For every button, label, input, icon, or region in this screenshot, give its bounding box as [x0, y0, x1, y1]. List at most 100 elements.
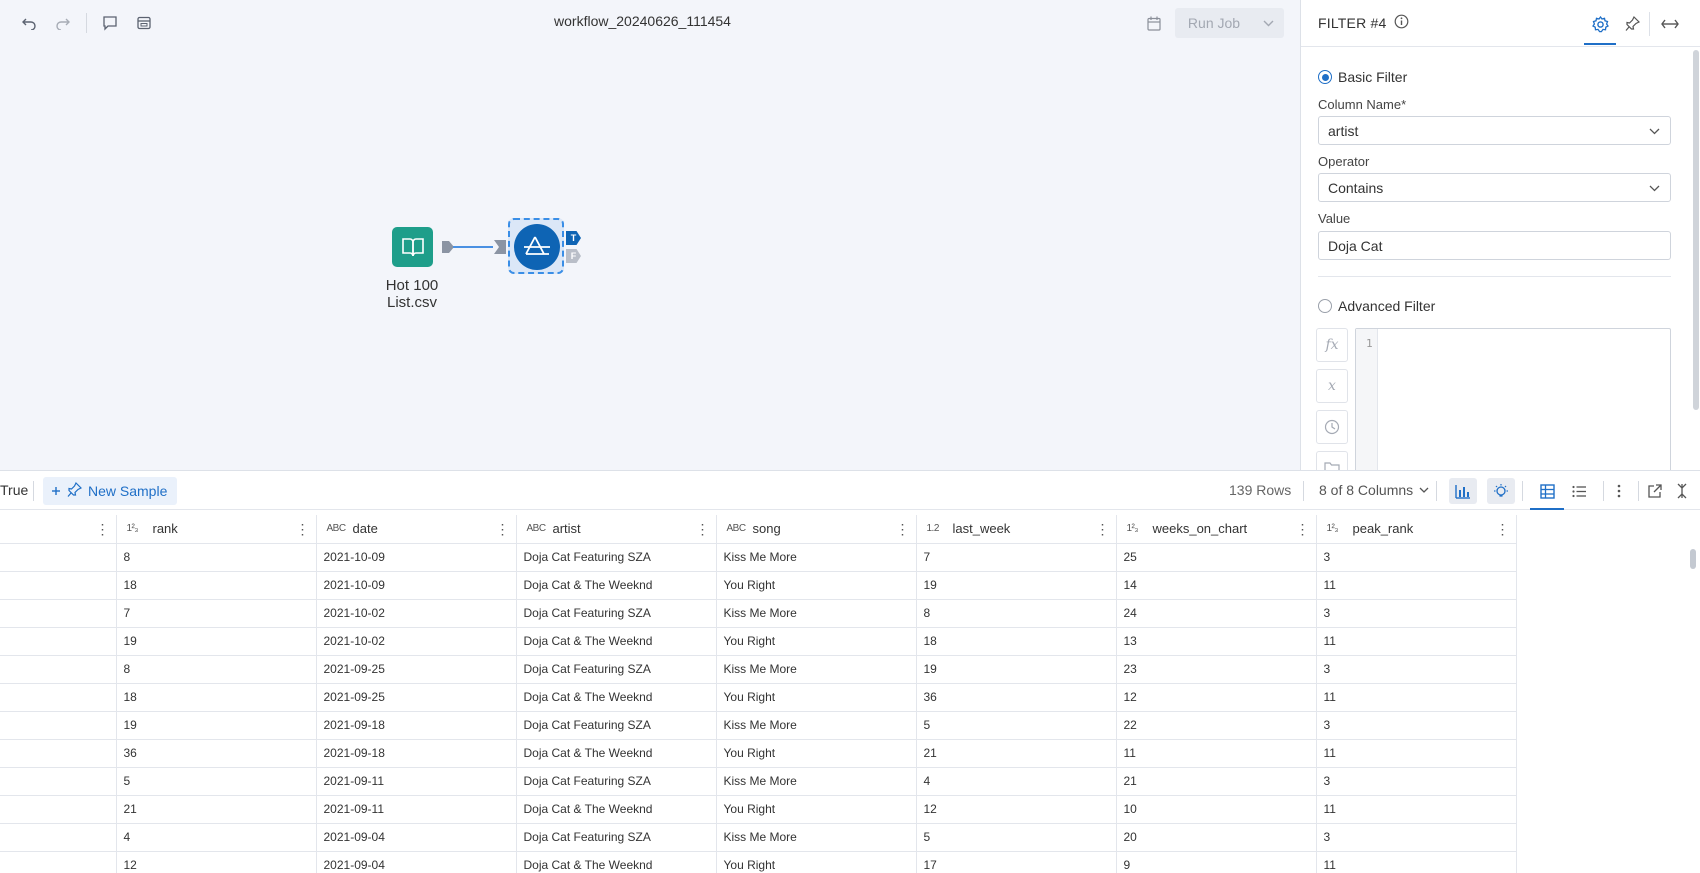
data-grid[interactable]: ⋮ 1²₃ rank ⋮ ABC date ⋮ ABC artist ⋮ ABC son… [0, 515, 1700, 873]
table-cell[interactable]: 11 [1316, 795, 1517, 824]
expression-editor[interactable]: 1 [1355, 328, 1671, 478]
table-cell[interactable]: 10 [1116, 795, 1317, 824]
output-tab-true[interactable]: True [0, 482, 28, 498]
table-cell[interactable] [0, 571, 117, 600]
column-header-weeks-on-chart[interactable]: 1²₃ weeks_on_chart ⋮ [1116, 515, 1317, 544]
table-cell[interactable]: Kiss Me More [716, 767, 917, 796]
connection-line[interactable] [453, 246, 493, 248]
columns-selector[interactable]: 8 of 8 Columns [1319, 482, 1429, 498]
table-cell[interactable]: 2021-10-09 [316, 543, 517, 572]
table-cell[interactable]: 21 [916, 739, 1117, 768]
column-header[interactable]: ⋮ [0, 515, 117, 544]
table-cell[interactable]: Doja Cat & The Weeknd [516, 851, 717, 873]
table-cell[interactable]: 14 [1116, 571, 1317, 600]
table-cell[interactable]: 11 [1116, 739, 1317, 768]
false-output-anchor[interactable]: F [566, 249, 581, 263]
collapse-panel-icon[interactable] [1668, 478, 1696, 504]
table-cell[interactable]: 36 [116, 739, 317, 768]
table-cell[interactable]: 8 [116, 543, 317, 572]
table-row[interactable]: 7 2021-10-02 Doja Cat Featuring SZA Kiss Me… [0, 599, 1517, 628]
pin-icon[interactable] [1616, 10, 1648, 38]
table-cell[interactable]: Doja Cat Featuring SZA [516, 655, 717, 684]
table-cell[interactable]: 18 [116, 571, 317, 600]
table-cell[interactable]: 2021-09-04 [316, 851, 517, 873]
table-cell[interactable]: Doja Cat & The Weeknd [516, 739, 717, 768]
column-menu-icon[interactable]: ⋮ [296, 521, 310, 538]
expand-horizontal-icon[interactable] [1654, 10, 1686, 38]
table-cell[interactable]: 18 [116, 683, 317, 712]
table-cell[interactable]: 2021-09-11 [316, 767, 517, 796]
table-cell[interactable]: 12 [1116, 683, 1317, 712]
advanced-filter-radio[interactable]: Advanced Filter [1318, 298, 1435, 314]
table-cell[interactable]: 24 [1116, 599, 1317, 628]
settings-gear-icon[interactable] [1584, 10, 1616, 38]
table-cell[interactable] [0, 823, 117, 852]
table-cell[interactable]: 2021-10-02 [316, 627, 517, 656]
table-cell[interactable]: You Right [716, 851, 917, 873]
true-output-anchor[interactable]: T [566, 231, 581, 245]
table-cell[interactable]: 18 [916, 627, 1117, 656]
table-cell[interactable]: 25 [1116, 543, 1317, 572]
table-scrollbar[interactable] [1690, 549, 1696, 569]
chevron-down-icon[interactable] [1253, 8, 1284, 38]
operator-select[interactable]: Contains [1318, 173, 1671, 202]
clock-icon[interactable] [1316, 410, 1348, 444]
table-cell[interactable]: 2021-10-02 [316, 599, 517, 628]
table-cell[interactable]: Doja Cat Featuring SZA [516, 543, 717, 572]
variable-icon[interactable]: x [1316, 369, 1348, 403]
table-cell[interactable]: 2021-09-25 [316, 683, 517, 712]
table-cell[interactable]: 2021-10-09 [316, 571, 517, 600]
table-cell[interactable]: 11 [1316, 683, 1517, 712]
table-cell[interactable]: Doja Cat & The Weeknd [516, 571, 717, 600]
table-cell[interactable]: 3 [1316, 711, 1517, 740]
workflow-canvas[interactable]: workflow_20240626_111454 Run Job Hot 100… [0, 0, 1300, 470]
table-cell[interactable]: 17 [916, 851, 1117, 873]
table-row[interactable]: 19 2021-10-02 Doja Cat & The Weeknd You Rig… [0, 627, 1517, 656]
filter-node[interactable] [514, 224, 560, 270]
table-cell[interactable]: 3 [1316, 767, 1517, 796]
table-cell[interactable]: 3 [1316, 599, 1517, 628]
table-row[interactable]: 4 2021-09-04 Doja Cat Featuring SZA Kiss Me… [0, 823, 1517, 852]
table-cell[interactable]: 2021-09-25 [316, 655, 517, 684]
schedule-calendar-icon[interactable] [1142, 10, 1166, 36]
table-row[interactable]: 19 2021-09-18 Doja Cat Featuring SZA Kiss M… [0, 711, 1517, 740]
table-cell[interactable]: Kiss Me More [716, 543, 917, 572]
column-menu-icon[interactable]: ⋮ [96, 521, 110, 538]
table-cell[interactable]: 7 [916, 543, 1117, 572]
column-menu-icon[interactable]: ⋮ [696, 521, 710, 538]
table-cell[interactable]: 2021-09-11 [316, 795, 517, 824]
table-cell[interactable]: 19 [116, 711, 317, 740]
table-cell[interactable]: Kiss Me More [716, 599, 917, 628]
table-cell[interactable]: 5 [916, 711, 1117, 740]
table-cell[interactable] [0, 683, 117, 712]
run-job-button[interactable]: Run Job [1175, 8, 1284, 38]
table-cell[interactable]: Doja Cat & The Weeknd [516, 683, 717, 712]
table-cell[interactable]: 4 [116, 823, 317, 852]
table-cell[interactable]: 8 [116, 655, 317, 684]
function-icon[interactable]: fx [1316, 328, 1348, 362]
table-cell[interactable] [0, 795, 117, 824]
column-menu-icon[interactable]: ⋮ [1496, 521, 1510, 538]
table-cell[interactable]: 12 [916, 795, 1117, 824]
table-cell[interactable] [0, 739, 117, 768]
column-menu-icon[interactable]: ⋮ [1096, 521, 1110, 538]
input-data-node[interactable] [392, 227, 433, 267]
insights-lightbulb-icon[interactable] [1487, 478, 1515, 504]
column-header-artist[interactable]: ABC artist ⋮ [516, 515, 717, 544]
table-cell[interactable]: Doja Cat Featuring SZA [516, 823, 717, 852]
table-cell[interactable]: You Right [716, 739, 917, 768]
table-cell[interactable] [0, 655, 117, 684]
input-anchor[interactable] [494, 240, 506, 254]
table-row[interactable]: 12 2021-09-04 Doja Cat & The Weeknd You Rig… [0, 851, 1517, 873]
table-cell[interactable]: You Right [716, 795, 917, 824]
table-row[interactable]: 5 2021-09-11 Doja Cat Featuring SZA Kiss Me… [0, 767, 1517, 796]
value-input[interactable]: Doja Cat [1318, 231, 1671, 260]
table-cell[interactable]: Kiss Me More [716, 823, 917, 852]
list-view-icon[interactable] [1565, 478, 1593, 504]
table-cell[interactable]: Doja Cat & The Weeknd [516, 627, 717, 656]
table-cell[interactable]: 2021-09-18 [316, 711, 517, 740]
table-cell[interactable]: You Right [716, 627, 917, 656]
column-profile-chart-icon[interactable] [1449, 478, 1477, 504]
table-cell[interactable]: Doja Cat Featuring SZA [516, 711, 717, 740]
table-cell[interactable]: 21 [1116, 767, 1317, 796]
